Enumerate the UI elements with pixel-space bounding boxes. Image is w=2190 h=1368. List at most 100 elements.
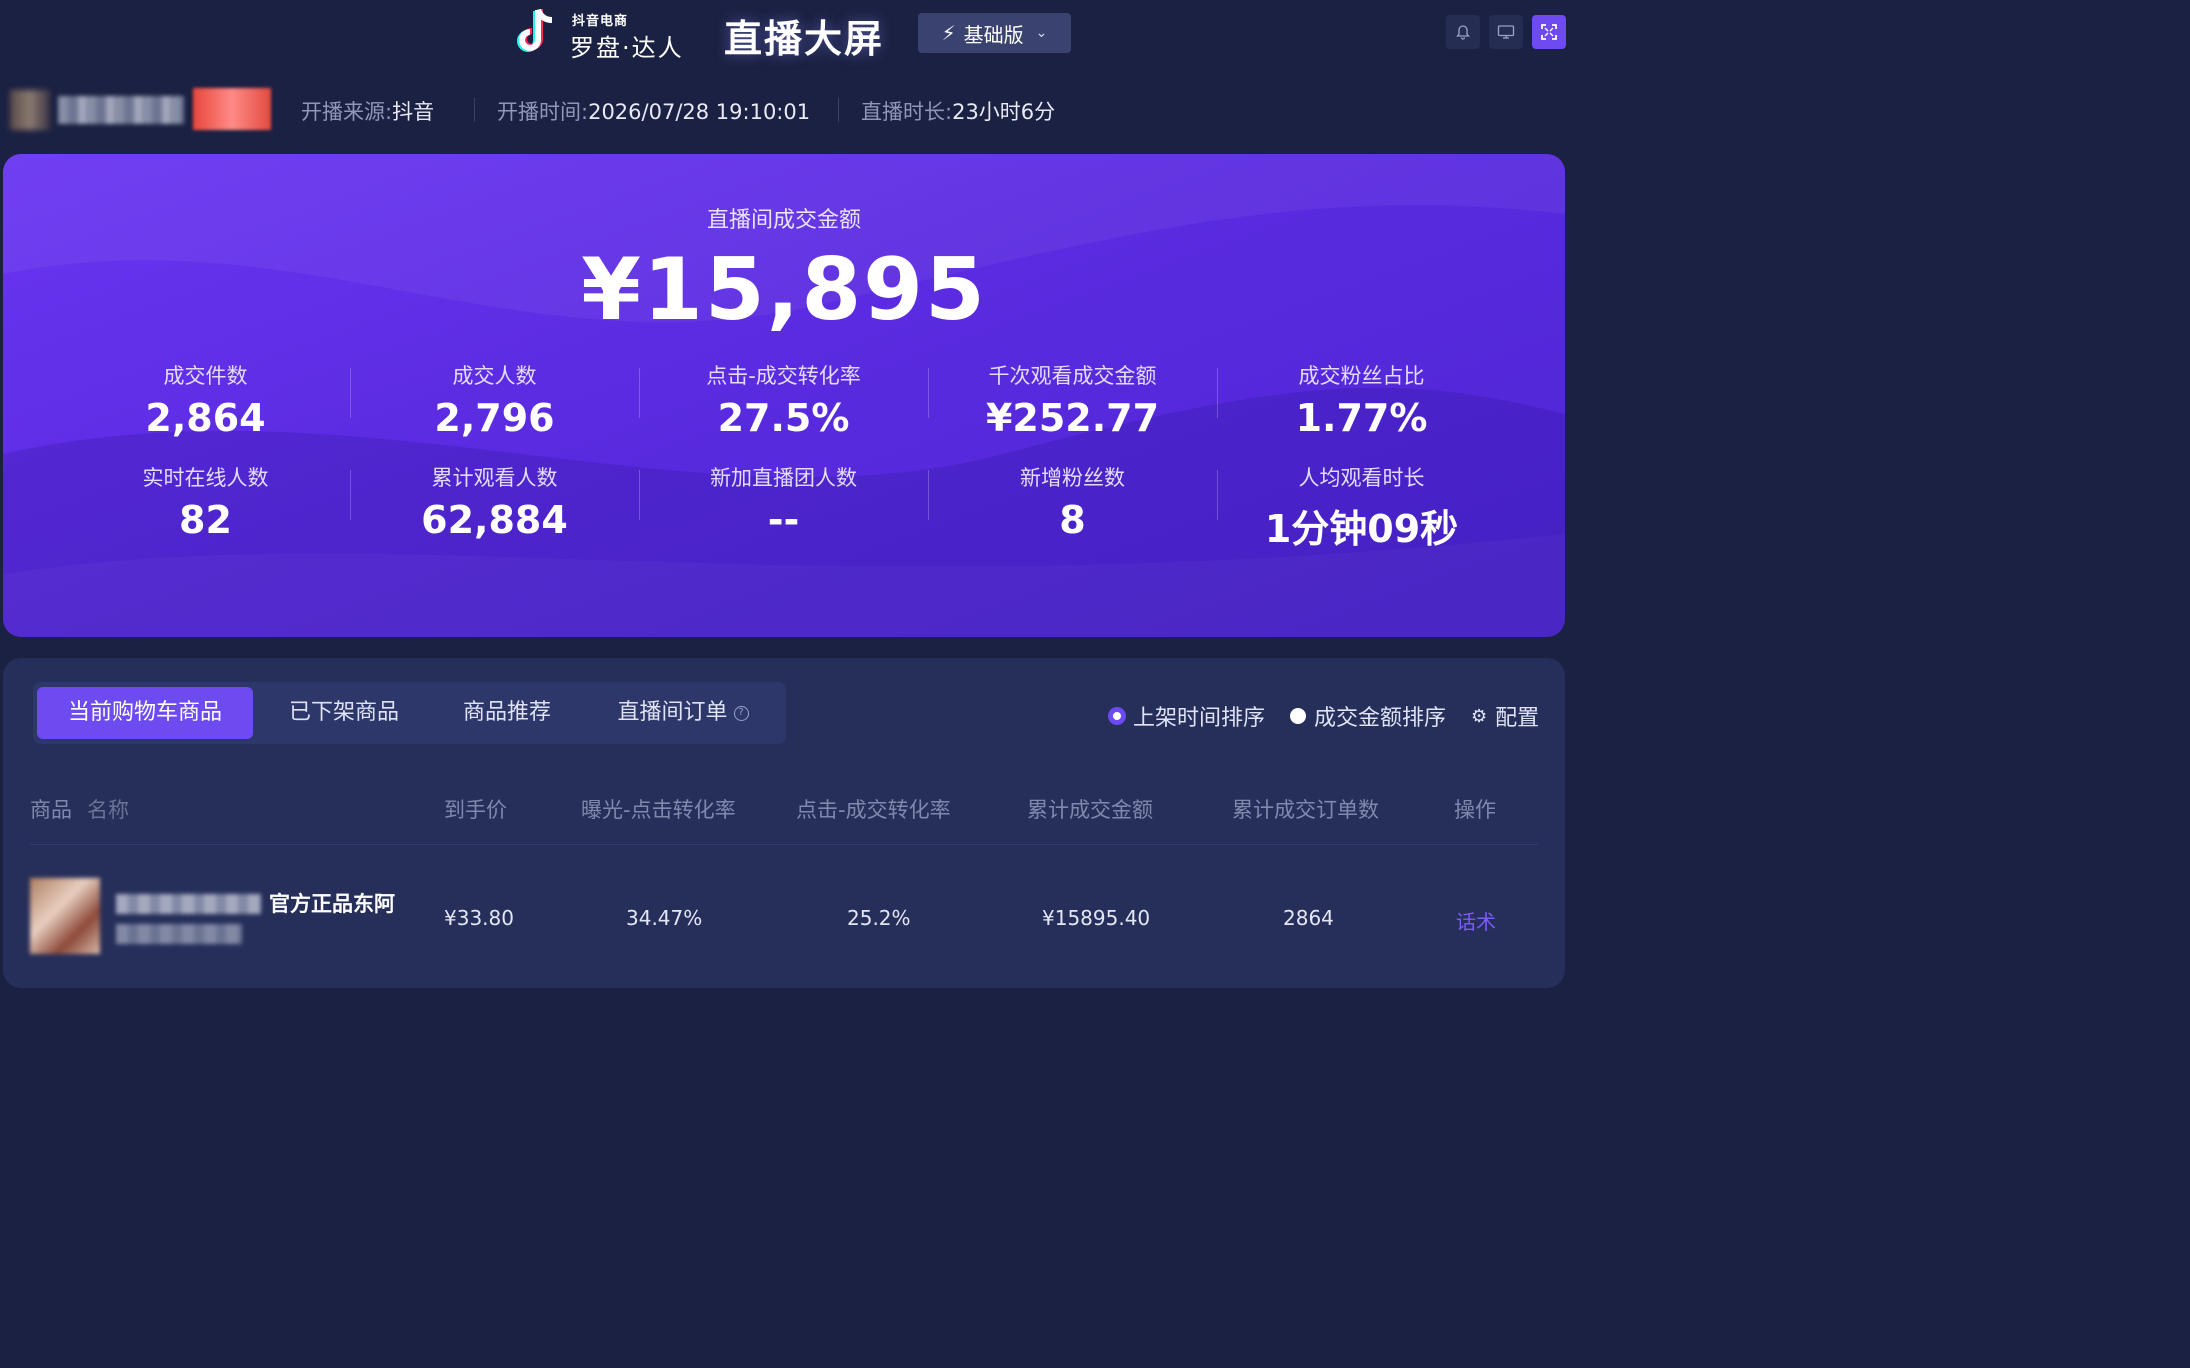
stat-label: 成交件数: [163, 364, 248, 388]
tab-current-cart[interactable]: 当前购物车商品: [37, 687, 253, 739]
start-time-label: 开播时间:: [497, 100, 589, 124]
stat-value: --: [767, 498, 800, 542]
stream-source: 开播来源:抖音: [301, 96, 434, 126]
product-name: 官方正品东阿: [269, 892, 395, 916]
stat-value: ¥252.77: [985, 396, 1160, 440]
radio-unselected-icon: [1290, 708, 1306, 724]
column-header-total-amount: 累计成交金额: [1027, 798, 1153, 822]
radio-selected-icon: [1109, 708, 1125, 724]
stat-gpm: 千次观看成交金额 ¥252.77: [928, 360, 1217, 440]
stat-label: 新增粉丝数: [1020, 466, 1125, 490]
duration-label: 直播时长:: [861, 100, 953, 124]
stream-duration: 直播时长:23小时6分: [861, 96, 1055, 126]
gear-icon: ⚙: [1471, 705, 1488, 727]
script-link[interactable]: 话术: [1456, 906, 1496, 935]
gmv-summary-card: 直播间成交金额 ¥15,895 成交件数 2,864 成交人数 2,796 点击…: [3, 154, 1565, 637]
products-panel: 当前购物车商品 已下架商品 商品推荐 直播间订单? 上架时间排序 成交金额排序 …: [3, 658, 1565, 988]
stat-value: 27.5%: [717, 396, 850, 440]
stat-value: 2,864: [145, 396, 266, 440]
avatar: [10, 90, 50, 130]
tab-live-orders[interactable]: 直播间订单?: [593, 687, 773, 739]
column-header-exposure-click: 曝光-点击转化率: [581, 798, 736, 822]
gmv-amount: ¥15,895: [581, 240, 987, 340]
streamer-badge-redacted: [193, 88, 271, 130]
app-logo: 抖音电商 罗盘·达人: [514, 6, 694, 62]
product-click-deal-rate: 25.2%: [847, 906, 911, 930]
stat-value: 1.77%: [1295, 396, 1428, 440]
stat-items-sold: 成交件数 2,864: [61, 360, 350, 440]
monitor-icon: [1497, 25, 1515, 39]
stat-label: 实时在线人数: [142, 466, 269, 490]
column-header-price: 到手价: [444, 798, 507, 822]
stat-label: 累计观看人数: [431, 466, 558, 490]
notification-button[interactable]: [1446, 15, 1480, 49]
product-name-redacted: [116, 894, 261, 914]
fullscreen-button[interactable]: [1532, 15, 1566, 49]
stat-click-deal-rate: 点击-成交转化率 27.5%: [639, 360, 928, 440]
sort-label: 成交金额排序: [1314, 706, 1447, 731]
stat-label: 点击-成交转化率: [706, 364, 861, 388]
douyin-logo-icon: [517, 8, 553, 52]
streamer-name-redacted: [58, 96, 184, 124]
product-tabs: 当前购物车商品 已下架商品 商品推荐 直播间订单?: [33, 682, 786, 744]
stream-source-value: 抖音: [392, 100, 435, 124]
column-header-product: 商品: [30, 798, 72, 822]
stat-value: 8: [1059, 498, 1086, 542]
stat-new-fan-club: 新加直播团人数 --: [639, 462, 928, 542]
product-total-orders: 2864: [1283, 906, 1334, 930]
product-price: ¥33.80: [444, 906, 514, 930]
tab-removed-products[interactable]: 已下架商品: [259, 687, 429, 739]
stat-total-viewers: 累计观看人数 62,884: [350, 462, 639, 542]
stat-value: 82: [179, 498, 232, 542]
column-header-name: 名称: [87, 798, 129, 822]
stat-label: 成交人数: [452, 364, 537, 388]
divider: [838, 98, 839, 122]
column-header-click-deal: 点击-成交转化率: [796, 798, 951, 822]
stream-info-row: 开播来源:抖音 开播时间:2026/07/28 19:10:01 直播时长:23…: [0, 84, 1568, 136]
stat-label: 成交粉丝占比: [1298, 364, 1425, 388]
divider: [474, 98, 475, 122]
top-bar: 抖音电商 罗盘·达人 直播大屏 ⚡ 基础版 ⌄: [0, 0, 1568, 66]
header-divider: [30, 844, 1538, 845]
column-header-total-orders: 累计成交订单数: [1232, 798, 1379, 822]
stat-value: 1分钟09秒: [1264, 507, 1459, 551]
product-total-amount: ¥15895.40: [1042, 906, 1151, 930]
stat-buyers: 成交人数 2,796: [350, 360, 639, 440]
product-thumbnail: [30, 878, 100, 954]
logo-title: 罗盘·达人: [570, 34, 684, 62]
edition-dropdown[interactable]: ⚡ 基础版 ⌄: [918, 13, 1071, 53]
logo-subtitle: 抖音电商: [572, 14, 629, 29]
stat-label: 新加直播团人数: [710, 466, 857, 490]
stat-label: 千次观看成交金额: [988, 364, 1157, 388]
product-spec-redacted: [116, 924, 242, 944]
sort-by-listing-time[interactable]: 上架时间排序: [1109, 700, 1265, 732]
stat-online-users: 实时在线人数 82: [61, 462, 350, 542]
config-label: 配置: [1495, 706, 1540, 731]
gmv-label: 直播间成交金额: [706, 208, 861, 233]
product-exposure-click-rate: 34.47%: [626, 906, 703, 930]
stat-new-followers: 新增粉丝数 8: [928, 462, 1217, 542]
duration-value: 23小时6分: [952, 100, 1056, 124]
stream-source-label: 开播来源:: [301, 100, 393, 124]
sort-label: 上架时间排序: [1133, 706, 1266, 731]
lightning-icon: ⚡: [941, 21, 956, 45]
live-dashboard: 抖音电商 罗盘·达人 直播大屏 ⚡ 基础版 ⌄ 开播来源:抖音 开播时间:202…: [0, 0, 1568, 988]
stat-value: 62,884: [421, 498, 568, 542]
stat-fan-ratio: 成交粉丝占比 1.77%: [1217, 360, 1506, 440]
start-time-value: 2026/07/28 19:10:01: [588, 100, 811, 124]
tab-label: 直播间订单: [617, 700, 728, 725]
screen-mode-button[interactable]: [1489, 15, 1523, 49]
tab-recommended[interactable]: 商品推荐: [433, 687, 581, 739]
bell-icon: [1456, 25, 1470, 40]
stat-label: 人均观看时长: [1298, 466, 1425, 490]
sort-by-amount[interactable]: 成交金额排序: [1290, 700, 1446, 732]
edition-label: 基础版: [963, 22, 1024, 47]
stat-value: 2,796: [434, 396, 555, 440]
column-header-action: 操作: [1454, 798, 1496, 822]
config-button[interactable]: ⚙ 配置: [1471, 700, 1539, 732]
chevron-down-icon: ⌄: [1035, 25, 1048, 41]
question-icon[interactable]: ?: [733, 705, 749, 721]
page-title: 直播大屏: [724, 17, 885, 61]
stream-start-time: 开播时间:2026/07/28 19:10:01: [497, 96, 810, 126]
stat-avg-watch-time: 人均观看时长 1分钟09秒: [1217, 462, 1506, 553]
